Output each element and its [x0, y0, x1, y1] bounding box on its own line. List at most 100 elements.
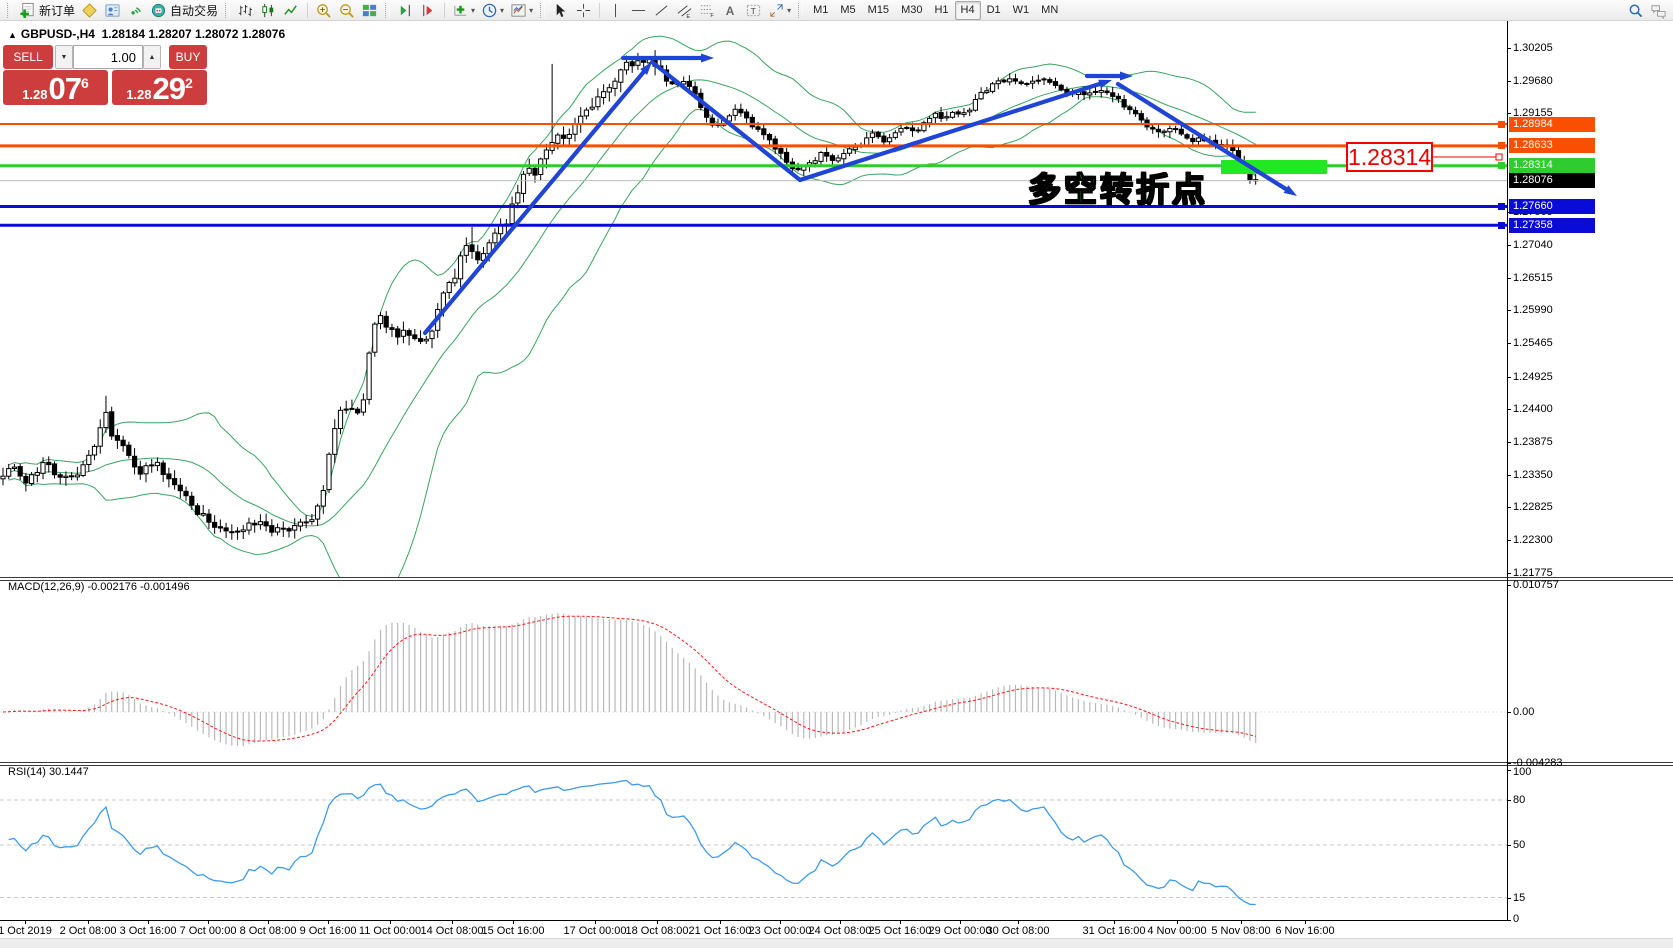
trendline-button[interactable] [650, 1, 673, 20]
pane-splitter[interactable] [0, 762, 1673, 766]
indicators-button[interactable]: ▾ [449, 1, 478, 20]
buy-price-button[interactable]: 1.28 29 2 [112, 70, 207, 105]
y-axis-label: 1.21775 [1513, 567, 1553, 579]
signals-button[interactable] [124, 1, 147, 20]
level-connector-square [1498, 222, 1505, 229]
auto-scroll-button[interactable] [394, 1, 417, 20]
sell-price-button[interactable]: 1.28 07 6 [3, 70, 108, 105]
equidistant-channel-button[interactable]: E [673, 1, 696, 20]
vertical-line-button[interactable] [604, 1, 627, 20]
toolbar-right [1624, 1, 1670, 20]
chinese-note-annotation[interactable]: 多空转折点 [1028, 163, 1208, 211]
price-tag-annotation[interactable]: 1.28314 [1346, 142, 1433, 172]
line-chart-button[interactable] [280, 1, 303, 20]
main-price-chart[interactable] [0, 21, 1507, 578]
x-axis-label: 4 Nov 00:00 [1147, 925, 1206, 937]
candle-body [636, 61, 640, 66]
sell-button[interactable]: SELL [3, 45, 53, 69]
timeframe-button-h4[interactable]: H4 [955, 1, 981, 20]
fibonacci-button[interactable]: F [696, 1, 719, 20]
candle-body [756, 127, 760, 130]
panel-collapse-icon[interactable]: ▲ [8, 30, 17, 40]
candle-body [173, 479, 177, 485]
templates-button[interactable]: ▾ [507, 1, 536, 20]
trend-arrow-line[interactable] [425, 70, 646, 333]
candle-body [1111, 93, 1115, 97]
rsi-axis-label: 15 [1513, 892, 1525, 904]
bar-chart-button[interactable] [234, 1, 257, 20]
candle-body [241, 530, 245, 532]
timeframe-button-h1[interactable]: H1 [928, 1, 954, 20]
x-axis-label: 31 Oct 16:00 [1083, 925, 1146, 937]
x-axis-tick [595, 921, 596, 924]
y-axis-label: 1.30205 [1513, 42, 1553, 54]
toolbar-grip [540, 3, 545, 18]
candle-body [624, 62, 628, 70]
volume-increase-button[interactable]: ▲ [143, 45, 161, 69]
horizontal-line-button[interactable] [627, 1, 650, 20]
timeframe-button-m5[interactable]: M5 [834, 1, 861, 20]
candle-body [939, 113, 943, 119]
candle-body [533, 168, 537, 175]
arrows-button[interactable]: ▾ [765, 1, 794, 20]
svg-text:F: F [710, 13, 714, 19]
x-axis-label: 5 Nov 08:00 [1211, 925, 1270, 937]
bollinger-upper-band [9, 36, 1256, 516]
candle-body [888, 138, 892, 142]
text-button[interactable]: A [719, 1, 742, 20]
y-axis-label: 1.24925 [1513, 371, 1553, 383]
candle-chart-button[interactable] [257, 1, 280, 20]
timeframe-button-m1[interactable]: M1 [807, 1, 834, 20]
timeframe-button-m30[interactable]: M30 [895, 1, 928, 20]
line-chart-icon [283, 2, 300, 19]
candle-body [670, 82, 674, 84]
chat-button[interactable] [1647, 1, 1670, 20]
volume-input[interactable] [74, 46, 142, 68]
svg-text:E: E [686, 14, 690, 19]
candle-body [367, 353, 371, 399]
tile-windows-button[interactable] [358, 1, 381, 20]
x-axis-tick [657, 921, 658, 924]
timeframe-button-mn[interactable]: MN [1035, 1, 1064, 20]
timeframe-button-m15[interactable]: M15 [862, 1, 895, 20]
candle-body [230, 532, 234, 533]
auto-trading-button[interactable]: 自动交易 [147, 1, 221, 20]
y-axis-label: 1.29680 [1513, 75, 1553, 87]
green-zone-rectangle[interactable] [1221, 160, 1327, 174]
zoom-in-button[interactable] [312, 1, 335, 20]
trend-arrow-line[interactable] [652, 62, 800, 180]
x-axis-label: 15 Oct 16:00 [482, 925, 545, 937]
candle-body [813, 161, 817, 164]
chart-shift-button[interactable] [417, 1, 440, 20]
buy-button[interactable]: BUY [169, 45, 207, 69]
market-watch-icon [104, 2, 121, 19]
volume-decrease-button[interactable]: ▼ [55, 45, 73, 69]
rsi-indicator-pane[interactable] [0, 763, 1507, 920]
timeframe-button-d1[interactable]: D1 [981, 1, 1007, 20]
arrows-icon [768, 2, 785, 19]
crosshair-button[interactable] [572, 1, 595, 20]
candle-body [785, 152, 789, 162]
macd-indicator-pane[interactable] [0, 578, 1507, 763]
periods-button[interactable]: ▾ [478, 1, 507, 20]
x-axis-tick [840, 921, 841, 924]
new-order-button[interactable]: 新订单 [16, 1, 78, 20]
axis-tick [1507, 377, 1511, 378]
pane-splitter[interactable] [0, 577, 1673, 581]
candle-body [562, 135, 566, 138]
tile-windows-icon [361, 2, 378, 19]
y-axis-label: 1.24400 [1513, 403, 1553, 415]
candle-body [556, 135, 560, 143]
x-axis-label: 21 Oct 16:00 [689, 925, 752, 937]
search-button[interactable] [1624, 1, 1647, 20]
cursor-button[interactable] [549, 1, 572, 20]
zoom-out-button[interactable] [335, 1, 358, 20]
styles-button[interactable] [78, 1, 101, 20]
market-watch-button[interactable] [101, 1, 124, 20]
chevron-down-icon: ▾ [787, 6, 791, 15]
candle-body [321, 491, 325, 507]
timeframe-button-w1[interactable]: W1 [1007, 1, 1036, 20]
candle-body [602, 92, 606, 98]
candle-body [361, 400, 365, 412]
text-label-button[interactable]: T [742, 1, 765, 20]
